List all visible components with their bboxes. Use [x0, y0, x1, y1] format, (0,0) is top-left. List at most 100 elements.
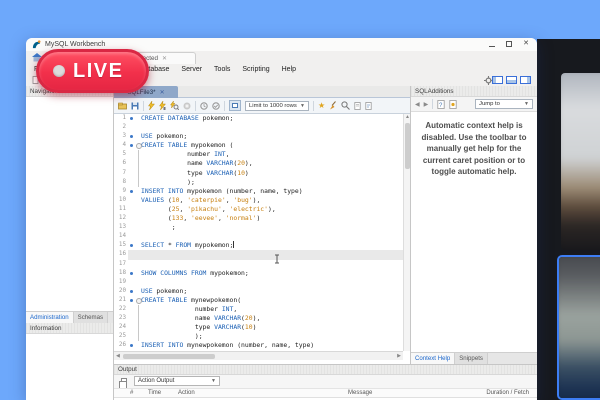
vertical-scrollbar[interactable]: ▲: [403, 114, 410, 351]
video-feed-bottom-active[interactable]: [557, 255, 600, 400]
open-file-icon[interactable]: [118, 102, 127, 110]
help-forward-icon[interactable]: ▶: [424, 101, 429, 108]
invisible-characters-icon[interactable]: [354, 102, 361, 110]
live-badge: LIVE: [36, 49, 149, 93]
menu-scripting[interactable]: Scripting: [236, 66, 275, 73]
horizontal-scrollbar[interactable]: ◀ ▶: [114, 351, 403, 360]
code-line-3[interactable]: 3USE pokemon;: [114, 132, 403, 141]
code-line-1[interactable]: 1CREATE DATABASE pokemon;: [114, 114, 403, 123]
toggle-autocommit-icon[interactable]: [200, 102, 208, 110]
live-dot-icon: [53, 65, 65, 77]
jump-to-dropdown[interactable]: Jump to ▼: [475, 99, 533, 109]
horizontal-scroll-thumb[interactable]: [123, 354, 215, 359]
video-feed-top[interactable]: [561, 73, 600, 250]
scroll-left-icon[interactable]: ◀: [116, 352, 120, 360]
output-panel: Output Action Output ▼ #TimeActionMessag…: [114, 364, 537, 400]
help-back-icon[interactable]: ◀: [415, 101, 420, 108]
statement-marker-icon: [128, 159, 135, 168]
code-line-6[interactable]: 6 name VARCHAR(20),: [114, 159, 403, 168]
code-line-19[interactable]: 19: [114, 278, 403, 287]
automatic-context-help-icon[interactable]: [449, 100, 457, 109]
code-line-15[interactable]: 15SELECT * FROM mypokemon;: [114, 241, 403, 250]
maximize-icon[interactable]: [506, 41, 512, 47]
statement-marker-icon: [128, 241, 135, 250]
navigator-sidebar: Navigator AdministrationSchemas Informat…: [26, 86, 114, 400]
code-line-23[interactable]: 23 name VARCHAR(20),: [114, 314, 403, 323]
video-feed-top-blur: [561, 73, 600, 250]
menu-tools[interactable]: Tools: [208, 66, 236, 73]
code-line-12[interactable]: 12 (133, 'eevee', 'normal'): [114, 214, 403, 223]
code-line-5[interactable]: 5 number INT,: [114, 150, 403, 159]
limit-rows-dropdown[interactable]: Limit to 1000 rows ▼: [245, 101, 309, 111]
statement-marker-icon: [128, 141, 135, 150]
code-line-24[interactable]: 24 type VARCHAR(10): [114, 323, 403, 332]
menu-help[interactable]: Help: [276, 66, 302, 73]
code-line-14[interactable]: 14: [114, 232, 403, 241]
beautify-script-icon[interactable]: ★: [318, 102, 325, 110]
editor-toolbar: Limit to 1000 rows ▼ ★: [114, 98, 410, 114]
execute-icon[interactable]: [148, 101, 155, 110]
toggle-sidebar-icon[interactable]: [492, 76, 503, 84]
code-line-21[interactable]: 21CREATE TABLE mynewpokemon(: [114, 296, 403, 305]
clean-broom-icon[interactable]: [329, 101, 337, 110]
statement-marker-icon: [128, 178, 135, 187]
toggle-secondary-sidebar-icon[interactable]: [520, 76, 531, 84]
code-line-9[interactable]: 9INSERT INTO mypokemon (number, name, ty…: [114, 187, 403, 196]
mysql-dolphin-icon: [32, 40, 41, 49]
code-lines: 1CREATE DATABASE pokemon;23USE pokemon;4…: [114, 114, 403, 350]
panel-tab-context-help[interactable]: Context Help: [411, 353, 455, 364]
code-line-17[interactable]: 17: [114, 260, 403, 269]
sidebar-tab-administration[interactable]: Administration: [26, 312, 74, 323]
sql-editor: SQLFile3* ✕ Limit to 1000 rows ▼: [114, 86, 410, 364]
scroll-right-icon[interactable]: ▶: [397, 352, 401, 360]
stop-execution-icon[interactable]: [183, 102, 191, 110]
find-icon[interactable]: [341, 101, 350, 110]
statement-marker-icon: [128, 332, 135, 341]
close-icon[interactable]: ✕: [523, 40, 529, 48]
code-area[interactable]: 1CREATE DATABASE pokemon;23USE pokemon;4…: [114, 114, 403, 351]
ibeam-cursor-icon: [274, 254, 280, 264]
menu-server[interactable]: Server: [175, 66, 208, 73]
output-view-dropdown[interactable]: Action Output ▼: [134, 376, 220, 386]
minimize-icon[interactable]: [489, 46, 495, 47]
code-line-22[interactable]: 22 number INT,: [114, 305, 403, 314]
editor-tab-close-icon[interactable]: ✕: [160, 89, 165, 96]
commit-icon[interactable]: [212, 102, 220, 110]
connection-tab-close-icon[interactable]: ✕: [162, 55, 167, 62]
copy-output-icon[interactable]: [121, 378, 127, 384]
code-line-18[interactable]: 18SHOW COLUMNS FROM mypokemon;: [114, 269, 403, 278]
explain-plan-icon[interactable]: [170, 101, 179, 110]
code-line-4[interactable]: 4CREATE TABLE mypokemon (: [114, 141, 403, 150]
panel-tab-snippets[interactable]: Snippets: [455, 353, 488, 364]
code-line-10[interactable]: 10VALUES (10, 'caterpie', 'bug'),: [114, 196, 403, 205]
navigator-tabs: AdministrationSchemas: [26, 311, 113, 323]
toggle-output-area-icon[interactable]: [506, 76, 517, 84]
toggle-limit-icon[interactable]: [229, 100, 241, 111]
code-line-16[interactable]: 16: [114, 250, 403, 259]
editor-tab-strip: SQLFile3* ✕: [114, 86, 410, 98]
code-line-13[interactable]: 13 ;: [114, 223, 403, 232]
statement-marker-icon: [128, 260, 135, 269]
save-icon[interactable]: [131, 102, 139, 110]
statement-marker-icon: [128, 132, 135, 141]
output-view-value: Action Output: [138, 378, 174, 384]
information-section-header[interactable]: Information: [26, 323, 113, 334]
execute-current-statement-icon[interactable]: [159, 101, 166, 110]
statement-marker-icon: [128, 250, 135, 259]
sidebar-tab-schemas[interactable]: Schemas: [74, 312, 108, 323]
output-column-headers: #TimeActionMessageDuration / Fetch: [114, 388, 537, 398]
code-line-2[interactable]: 2: [114, 123, 403, 132]
manual-context-help-icon[interactable]: ?: [437, 100, 445, 109]
code-line-11[interactable]: 11 (25, 'pikachu', 'electric'),: [114, 205, 403, 214]
code-line-20[interactable]: 20USE pokemon;: [114, 287, 403, 296]
context-help-text: Automatic context help is disabled. Use …: [419, 120, 529, 178]
code-line-7[interactable]: 7 type VARCHAR(10): [114, 169, 403, 178]
code-line-26[interactable]: 26INSERT INTO mynewpokemon (number, name…: [114, 341, 403, 350]
code-line-8[interactable]: 8 );: [114, 178, 403, 187]
live-label: LIVE: [73, 60, 123, 83]
limit-rows-value: Limit to 1000 rows: [249, 103, 297, 109]
video-feed-bottom-blur: [557, 255, 600, 400]
code-line-25[interactable]: 25 );: [114, 332, 403, 341]
word-wrap-icon[interactable]: [365, 102, 372, 110]
output-header: Output: [114, 365, 537, 375]
